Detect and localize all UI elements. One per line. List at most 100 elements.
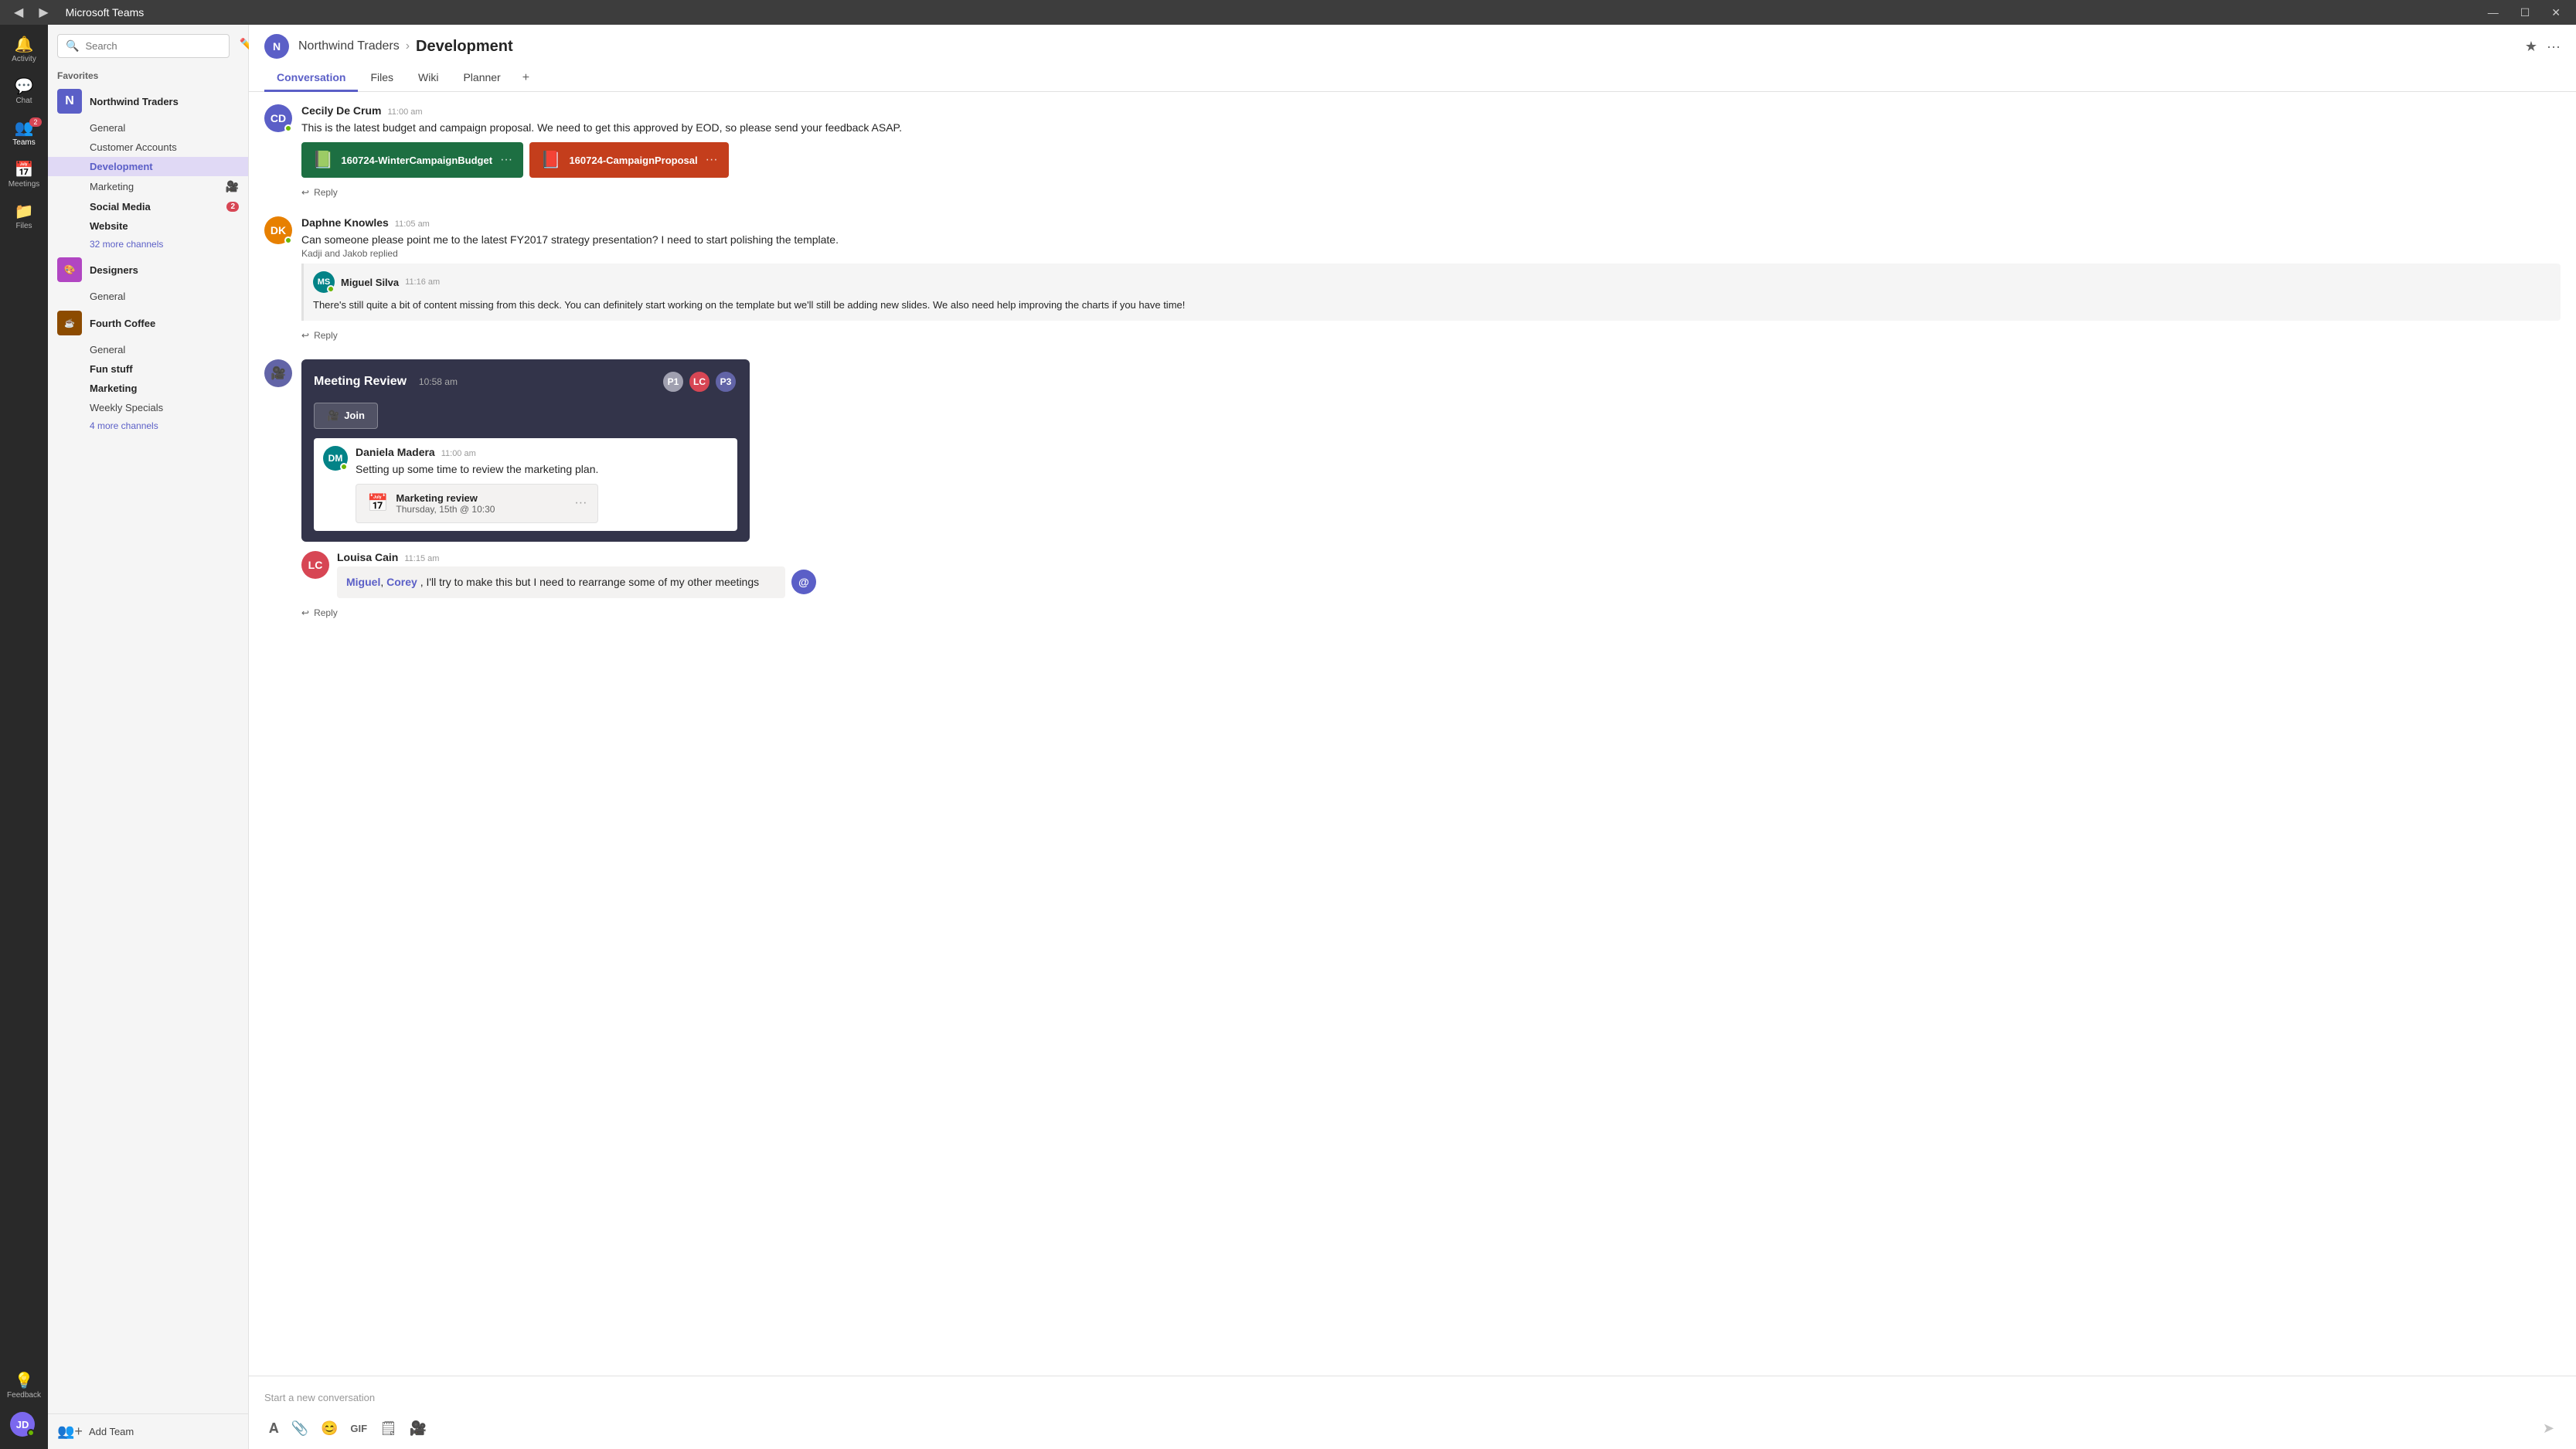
miguel-online-dot bbox=[327, 285, 335, 293]
user-initials: JD bbox=[16, 1419, 29, 1430]
nav-item-activity[interactable]: 🔔 Activity bbox=[0, 31, 48, 70]
tab-files[interactable]: Files bbox=[358, 65, 406, 92]
user-nav[interactable]: JD bbox=[4, 1406, 44, 1443]
main-content: N Northwind Traders › Development ★ ··· … bbox=[249, 25, 2576, 1449]
files-icon: 📁 bbox=[15, 204, 34, 219]
format-button[interactable]: 𝐀 bbox=[264, 1417, 284, 1440]
message-block-cecily: CD Cecily De Crum 11:00 am This is the l… bbox=[264, 104, 2561, 201]
nav-item-chat[interactable]: 💬 Chat bbox=[0, 73, 48, 111]
more-options-icon[interactable]: ··· bbox=[2547, 39, 2561, 55]
nav-rail: 🔔 Activity 💬 Chat 👥 2 Teams 📅 Meetings 📁… bbox=[0, 25, 48, 1449]
video-message-button[interactable]: 🎥 bbox=[405, 1417, 431, 1440]
tab-add-icon[interactable]: + bbox=[513, 65, 539, 91]
participant-3-avatar: P3 bbox=[714, 370, 737, 393]
app: 🔔 Activity 💬 Chat 👥 2 Teams 📅 Meetings 📁… bbox=[0, 0, 2576, 1449]
minimize-button[interactable]: — bbox=[2482, 5, 2505, 21]
nav-item-meetings[interactable]: 📅 Meetings bbox=[0, 156, 48, 195]
cecily-reply-btn[interactable]: ↩ Reply bbox=[301, 184, 2561, 201]
daphne-text: Can someone please point me to the lates… bbox=[301, 232, 2561, 248]
meeting-reply-btn[interactable]: ↩ Reply bbox=[301, 604, 2561, 621]
user-avatar-nav[interactable]: JD bbox=[10, 1412, 35, 1437]
calendar-card[interactable]: 📅 Marketing review Thursday, 15th @ 10:3… bbox=[356, 484, 598, 523]
cecily-message-body: Cecily De Crum 11:00 am This is the late… bbox=[301, 104, 2561, 201]
gif-button[interactable]: GIF bbox=[345, 1420, 372, 1437]
compose-placeholder[interactable]: Start a new conversation bbox=[264, 1386, 2561, 1410]
excel-attachment[interactable]: 📗 160724-WinterCampaignBudget ··· bbox=[301, 142, 523, 178]
search-box[interactable]: 🔍 bbox=[57, 34, 230, 58]
channel-development[interactable]: Development bbox=[48, 157, 248, 176]
titlebar-nav: ◀ ▶ bbox=[9, 3, 53, 22]
nav-item-files[interactable]: 📁 Files bbox=[0, 198, 48, 236]
mention-corey[interactable]: Corey bbox=[386, 576, 417, 588]
nav-label-activity: Activity bbox=[12, 55, 36, 63]
team-item-northwind[interactable]: N Northwind Traders ··· bbox=[48, 84, 248, 118]
tab-wiki[interactable]: Wiki bbox=[406, 65, 451, 92]
channel-fun-stuff[interactable]: Fun stuff bbox=[48, 359, 248, 379]
messages-area[interactable]: CD Cecily De Crum 11:00 am This is the l… bbox=[249, 92, 2576, 1376]
breadcrumb-team[interactable]: Northwind Traders bbox=[298, 39, 400, 53]
calendar-title: Marketing review bbox=[396, 492, 567, 504]
daphne-reply-btn[interactable]: ↩ Reply bbox=[301, 327, 2561, 344]
channel-general-designers[interactable]: General bbox=[48, 287, 248, 306]
cecily-attachments: 📗 160724-WinterCampaignBudget ··· 📕 1607… bbox=[301, 142, 2561, 178]
channel-marketing-northwind[interactable]: Marketing 🎥 bbox=[48, 176, 248, 197]
search-input[interactable] bbox=[85, 40, 221, 52]
join-button[interactable]: 🎥 Join bbox=[314, 403, 378, 429]
channel-customer-accounts[interactable]: Customer Accounts bbox=[48, 138, 248, 157]
activity-icon: 🔔 bbox=[15, 37, 34, 53]
nav-forward-button[interactable]: ▶ bbox=[34, 3, 53, 22]
sticker-button[interactable]: 🗒 bbox=[375, 1417, 402, 1440]
nav-item-teams[interactable]: 👥 2 Teams bbox=[0, 114, 48, 153]
tab-conversation[interactable]: Conversation bbox=[264, 65, 358, 92]
maximize-button[interactable]: ☐ bbox=[2514, 5, 2537, 21]
reaction-button[interactable]: @ bbox=[791, 570, 816, 594]
channel-general-fourthcoffee[interactable]: General bbox=[48, 340, 248, 359]
daphne-avatar: DK bbox=[264, 216, 292, 244]
teams-badge: 2 bbox=[29, 117, 42, 127]
excel-filename: 160724-WinterCampaignBudget bbox=[341, 155, 492, 166]
send-button[interactable]: ➤ bbox=[2537, 1417, 2561, 1440]
cecily-msg-header: Cecily De Crum 11:00 am bbox=[301, 104, 2561, 117]
northwind-team-name: Northwind Traders bbox=[90, 96, 219, 107]
close-button[interactable]: ✕ bbox=[2545, 5, 2567, 21]
calendar-more-icon[interactable]: ··· bbox=[574, 496, 587, 510]
team-item-designers[interactable]: 🎨 Designers ··· bbox=[48, 253, 248, 287]
fourthcoffee-team-name: Fourth Coffee bbox=[90, 318, 219, 329]
excel-more-icon[interactable]: ··· bbox=[500, 153, 512, 167]
add-team-footer[interactable]: 👥+ Add Team bbox=[48, 1413, 248, 1449]
daniela-author: Daniela Madera bbox=[356, 446, 435, 458]
attach-button[interactable]: 📎 bbox=[287, 1417, 313, 1440]
replied-by-label[interactable]: Kadji and Jakob replied bbox=[301, 248, 2561, 259]
ppt-more-icon[interactable]: ··· bbox=[706, 153, 718, 167]
mention-miguel[interactable]: Miguel bbox=[346, 576, 380, 588]
nav-back-button[interactable]: ◀ bbox=[9, 3, 28, 22]
northwind-more-channels[interactable]: 32 more channels bbox=[48, 236, 248, 253]
daniela-time: 11:00 am bbox=[441, 449, 476, 458]
cecily-online-dot bbox=[284, 124, 292, 132]
daniela-nested-msg: DM Daniela Madera 11:00 am Setting up so… bbox=[314, 438, 737, 531]
designers-team-name: Designers bbox=[90, 264, 219, 276]
compose-area: Start a new conversation 𝐀 📎 😊 GIF 🗒 🎥 ➤ bbox=[249, 1376, 2576, 1449]
meeting-title: Meeting Review bbox=[314, 375, 407, 388]
tab-planner[interactable]: Planner bbox=[451, 65, 512, 92]
channel-website[interactable]: Website bbox=[48, 216, 248, 236]
channel-header: N Northwind Traders › Development ★ ··· … bbox=[249, 25, 2576, 92]
team-item-fourthcoffee[interactable]: ☕ Fourth Coffee ··· bbox=[48, 306, 248, 340]
channel-weekly-specials[interactable]: Weekly Specials bbox=[48, 398, 248, 417]
cecily-avatar: CD bbox=[264, 104, 292, 132]
channel-general-northwind[interactable]: General bbox=[48, 118, 248, 138]
fourthcoffee-more-channels[interactable]: 4 more channels bbox=[48, 417, 248, 434]
meeting-card-header: Meeting Review 10:58 am P1 LC P3 bbox=[314, 370, 737, 393]
reply-arrow-icon-3: ↩ bbox=[301, 607, 309, 618]
favorite-icon[interactable]: ★ bbox=[2525, 39, 2537, 55]
emoji-button[interactable]: 😊 bbox=[316, 1417, 342, 1440]
ppt-attachment[interactable]: 📕 160724-CampaignProposal ··· bbox=[529, 142, 729, 178]
daniela-avatar: DM bbox=[323, 446, 348, 471]
breadcrumb: Northwind Traders › Development bbox=[298, 38, 513, 56]
channel-social-media[interactable]: Social Media 2 bbox=[48, 197, 248, 216]
nav-item-feedback[interactable]: 💡 Feedback bbox=[4, 1367, 44, 1406]
compose-toolbar: 𝐀 📎 😊 GIF 🗒 🎥 ➤ bbox=[264, 1417, 2561, 1440]
channel-marketing-fourthcoffee[interactable]: Marketing bbox=[48, 379, 248, 398]
reply-arrow-icon-2: ↩ bbox=[301, 330, 309, 341]
meeting-card: Meeting Review 10:58 am P1 LC P3 🎥 J bbox=[301, 359, 750, 542]
